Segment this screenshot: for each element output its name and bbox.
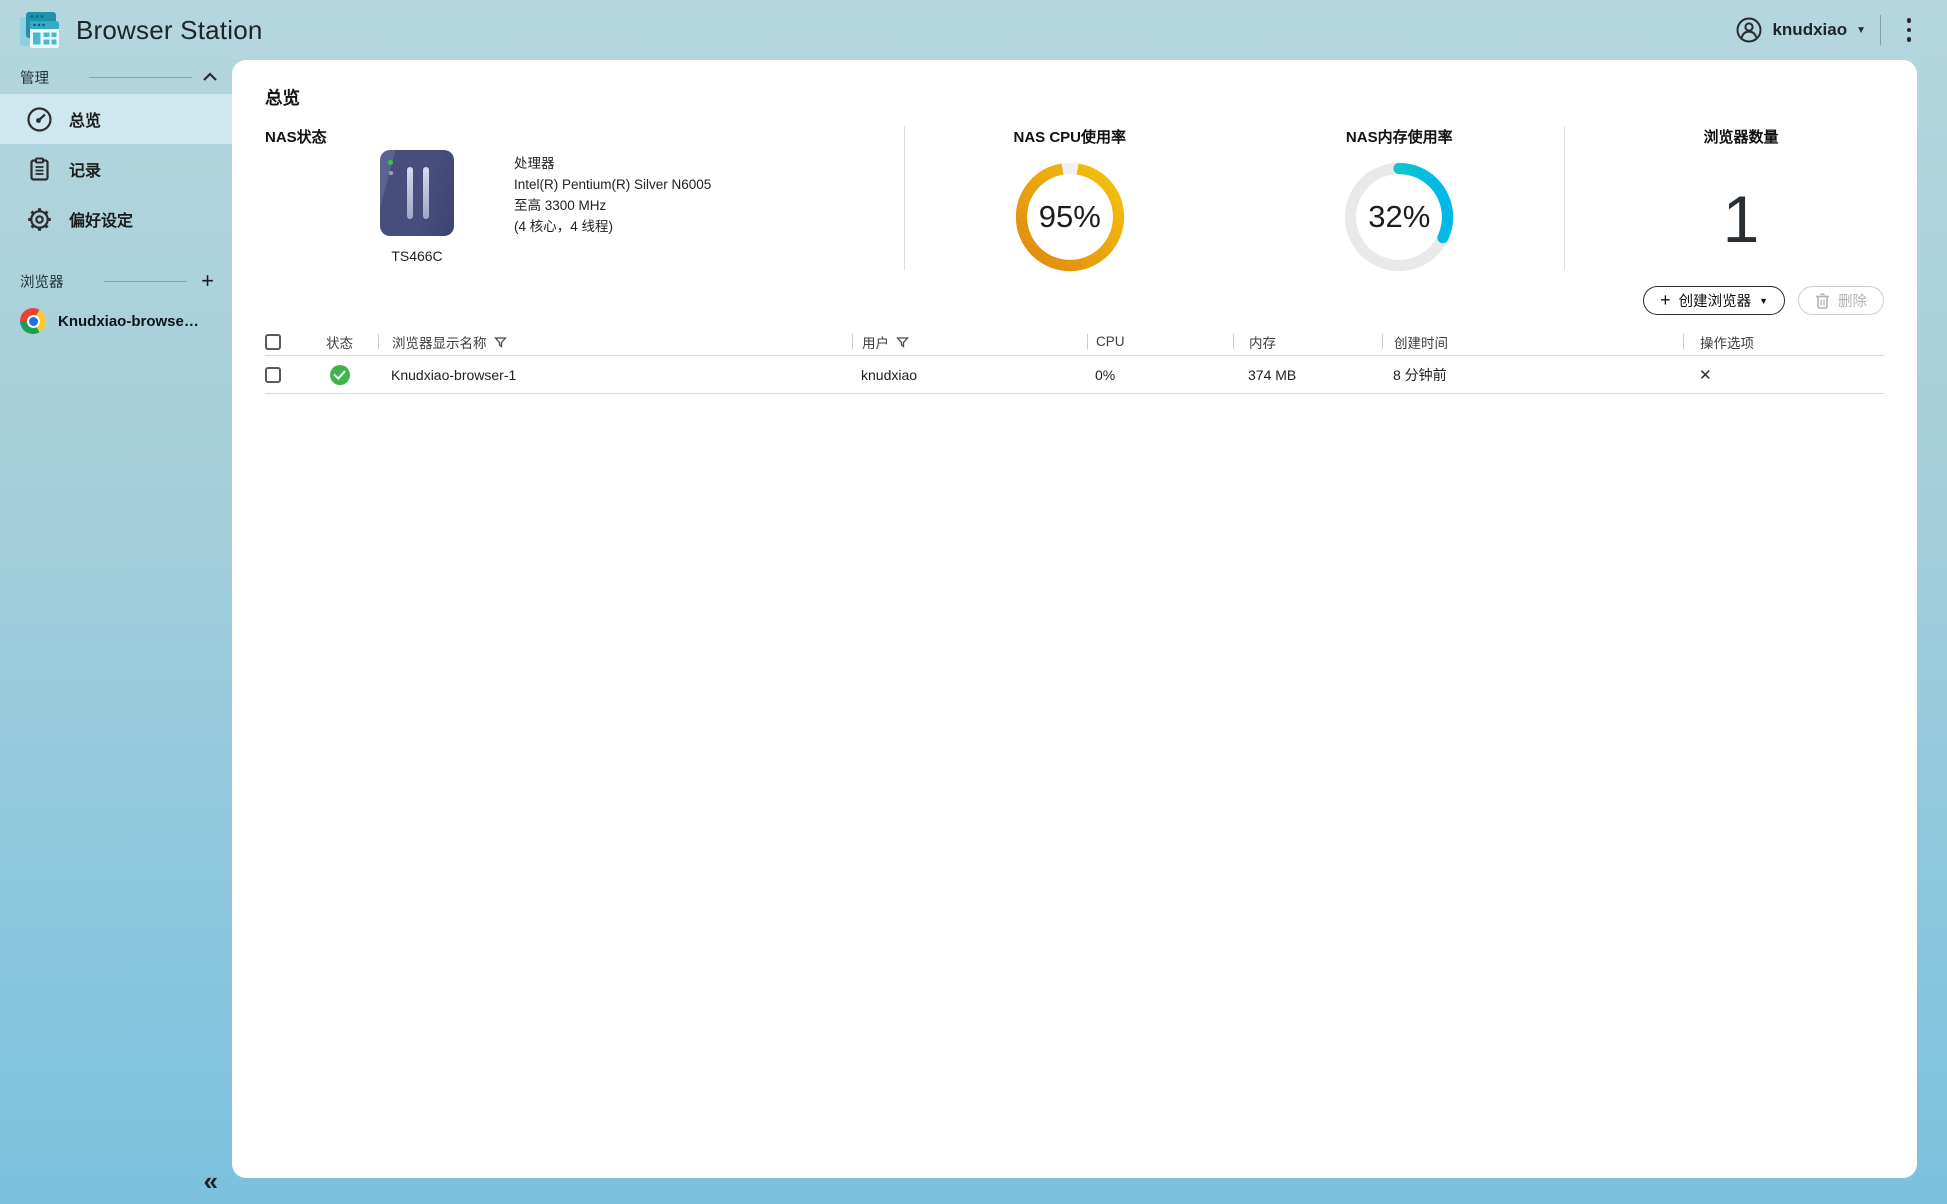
table-header: 状态 浏览器显示名称 用户 CPU 内存 创建时间 操作选项	[265, 328, 1884, 356]
plus-icon: +	[1660, 291, 1671, 309]
app-header: Browser Station knudxiao ▼	[0, 0, 1947, 60]
browser-count-label: 浏览器数量	[1703, 126, 1778, 147]
sidebar-section-management: 管理	[0, 60, 232, 94]
trash-icon	[1815, 293, 1830, 309]
header-divider	[1880, 15, 1881, 45]
collapse-section-chevron-up-icon[interactable]	[202, 72, 218, 82]
col-created[interactable]: 创建时间	[1382, 334, 1683, 349]
nas-status-label: NAS状态	[265, 126, 904, 147]
create-browser-button[interactable]: + 创建浏览器 ▼	[1643, 286, 1785, 315]
col-status[interactable]: 状态	[301, 332, 378, 352]
memory-usage-label: NAS内存使用率	[1346, 126, 1453, 147]
browser-table: 状态 浏览器显示名称 用户 CPU 内存 创建时间 操作选项 Knudxiao-…	[265, 328, 1884, 394]
user-menu[interactable]: knudxiao ▼	[1735, 16, 1866, 44]
chevron-down-icon: ▼	[1759, 296, 1768, 306]
page-title: 总览	[265, 85, 300, 110]
col-cpu[interactable]: CPU	[1087, 334, 1233, 349]
browser-count-block: 浏览器数量 1	[1565, 120, 1917, 276]
clipboard-icon	[26, 156, 53, 183]
sidebar-item-overview[interactable]: 总览	[0, 94, 232, 144]
more-options-button[interactable]	[1895, 12, 1923, 48]
col-actions: 操作选项	[1683, 334, 1884, 349]
sidebar-item-preferences[interactable]: 偏好设定	[0, 194, 232, 244]
row-checkbox[interactable]	[265, 367, 281, 383]
add-browser-button[interactable]: +	[197, 268, 218, 294]
section-label: 浏览器	[20, 271, 64, 292]
user-name: knudxiao	[1772, 20, 1847, 40]
table-row[interactable]: Knudxiao-browser-1 knudxiao 0% 374 MB 8 …	[265, 356, 1884, 394]
memory-usage-value: 32%	[1343, 161, 1455, 273]
cpu-usage-donut: 95%	[1014, 161, 1126, 273]
memory-usage-block: NAS内存使用率 32%	[1235, 120, 1565, 276]
nas-device: TS466C	[380, 150, 454, 264]
col-name[interactable]: 浏览器显示名称	[378, 334, 852, 349]
cell-cpu: 0%	[1087, 367, 1233, 383]
gauge-icon	[26, 106, 53, 133]
section-label: 管理	[20, 67, 49, 88]
col-memory[interactable]: 内存	[1233, 334, 1382, 349]
app-title: Browser Station	[76, 15, 263, 46]
main-content-card: 总览 NAS状态 TS466C 处理器 Intel(R) Pentium(R) …	[232, 60, 1917, 1178]
col-user[interactable]: 用户	[852, 334, 1087, 349]
cell-user: knudxiao	[852, 367, 1087, 383]
memory-usage-donut: 32%	[1343, 161, 1455, 273]
sidebar: 管理 总览 记录	[0, 60, 232, 1204]
cell-created: 8 分钟前	[1382, 365, 1683, 385]
chrome-icon	[20, 308, 46, 334]
stats-row: NAS状态 TS466C 处理器 Intel(R) Pentium(R) Sil…	[232, 120, 1917, 276]
cell-memory: 374 MB	[1233, 367, 1382, 383]
table-actions: + 创建浏览器 ▼ 删除	[1643, 286, 1884, 315]
nas-cpu-info: 处理器 Intel(R) Pentium(R) Silver N6005 至高 …	[514, 150, 711, 264]
nas-device-image	[380, 150, 454, 236]
status-running-icon	[330, 365, 350, 385]
cpu-usage-block: NAS CPU使用率 95%	[905, 120, 1235, 276]
user-caret-down-icon: ▼	[1856, 25, 1866, 36]
cell-browser-name: Knudxiao-browser-1	[378, 367, 852, 383]
user-icon	[1735, 16, 1763, 44]
filter-icon[interactable]	[896, 336, 909, 349]
select-all-checkbox[interactable]	[265, 334, 281, 350]
browser-count-value: 1	[1723, 181, 1760, 257]
delete-button[interactable]: 删除	[1798, 286, 1884, 315]
sidebar-item-logs[interactable]: 记录	[0, 144, 232, 194]
nas-status-block: NAS状态 TS466C 处理器 Intel(R) Pentium(R) Sil…	[232, 120, 904, 276]
cpu-usage-label: NAS CPU使用率	[1013, 126, 1126, 147]
sidebar-collapse-button[interactable]: «	[204, 1168, 218, 1194]
usage-block: NAS CPU使用率 95% NAS内存使用率	[905, 120, 1564, 276]
close-browser-icon[interactable]: ✕	[1699, 367, 1712, 384]
sidebar-section-browsers: 浏览器 +	[0, 264, 232, 298]
gear-icon	[26, 206, 53, 233]
sidebar-item-browser-instance[interactable]: Knudxiao-browse…	[0, 298, 232, 344]
cpu-usage-value: 95%	[1014, 161, 1126, 273]
nas-model-name: TS466C	[380, 248, 454, 264]
browser-station-logo	[18, 10, 62, 50]
filter-icon[interactable]	[494, 336, 507, 349]
